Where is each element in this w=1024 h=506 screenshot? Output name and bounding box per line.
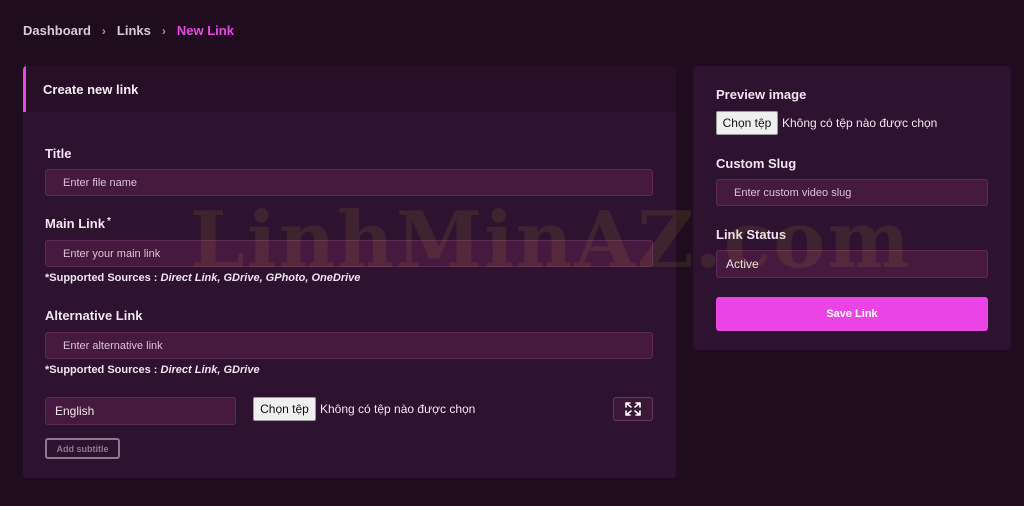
link-status-label: Link Status (716, 227, 787, 242)
chevron-right-icon: › (101, 23, 106, 38)
link-settings-card: Preview image Chọn tệp Không có tệp nào … (693, 66, 1011, 350)
breadcrumb-dashboard[interactable]: Dashboard (23, 23, 91, 38)
subtitle-file-button[interactable]: Chọn tệp (253, 397, 316, 421)
required-mark: * (106, 216, 111, 227)
preview-file-status: Không có tệp nào được chọn (782, 116, 938, 130)
link-status-select[interactable]: Active (716, 250, 988, 278)
main-link-input[interactable]: Enter your main link (45, 240, 653, 267)
title-input[interactable]: Enter file name (45, 169, 653, 196)
supported-list: Direct Link, GDrive (160, 364, 260, 376)
breadcrumb: Dashboard › Links › New Link (23, 23, 234, 38)
card-title: Create new link (23, 66, 676, 112)
title-label: Title (45, 146, 72, 161)
chevron-right-icon: › (161, 23, 166, 38)
expand-arrows-icon (625, 402, 641, 416)
add-subtitle-button[interactable]: Add subtitle (45, 438, 120, 459)
alt-link-input[interactable]: Enter alternative link (45, 332, 653, 359)
preview-file-button[interactable]: Chọn tệp (716, 111, 778, 135)
preview-image-label: Preview image (716, 87, 807, 102)
supported-prefix: *Supported Sources : (45, 364, 161, 376)
main-link-label-text: Main Link (45, 216, 105, 231)
save-link-button[interactable]: Save Link (716, 297, 988, 331)
breadcrumb-links[interactable]: Links (117, 23, 151, 38)
supported-prefix: *Supported Sources : (45, 272, 161, 284)
alt-supported-sources: *Supported Sources : Direct Link, GDrive (45, 364, 260, 376)
alt-link-label: Alternative Link (45, 308, 143, 323)
create-link-card: Create new link Title Enter file name Ma… (23, 66, 676, 478)
supported-list: Direct Link, GDrive, GPhoto, OneDrive (160, 272, 361, 284)
custom-slug-input[interactable]: Enter custom video slug (716, 179, 988, 206)
main-supported-sources: *Supported Sources : Direct Link, GDrive… (45, 272, 360, 284)
subtitle-file-status: Không có tệp nào được chọn (320, 402, 476, 416)
subtitle-language-select[interactable]: English (45, 397, 236, 425)
main-link-label: Main Link * (45, 216, 111, 231)
custom-slug-label: Custom Slug (716, 156, 797, 171)
expand-button[interactable] (613, 397, 653, 421)
breadcrumb-new-link: New Link (176, 23, 234, 38)
